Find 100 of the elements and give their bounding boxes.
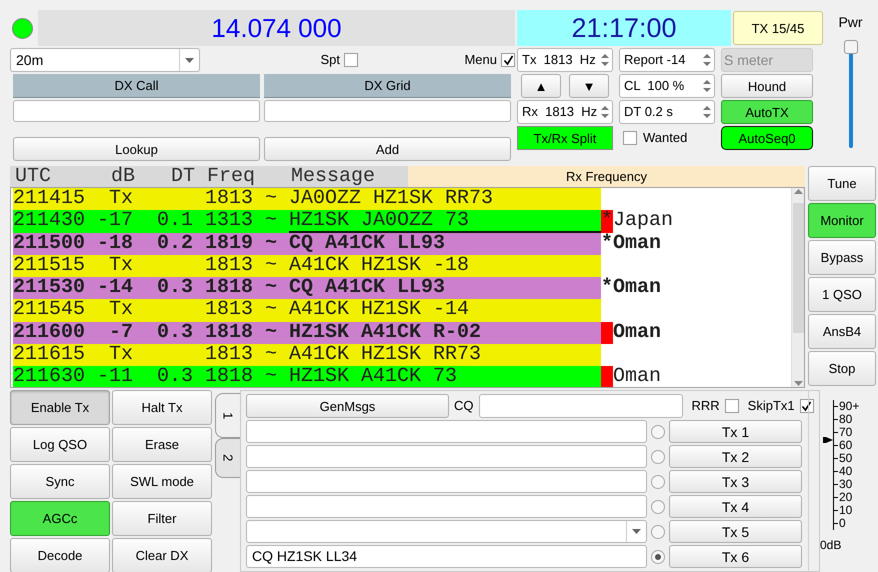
mode-symbol: ~ [264,254,277,278]
add-button[interactable]: Add [264,137,511,161]
caret-icon[interactable] [185,58,194,62]
side-button[interactable]: Stop [808,351,876,386]
decode-row[interactable]: 211515 Tx 1813 ~ A41CK HZ1SK -18 [13,254,601,278]
spin-arrows-icon[interactable] [601,105,609,119]
radio-button[interactable] [651,524,665,538]
snr-value: Tx [108,299,133,322]
scroll-thumb[interactable] [792,202,804,332]
control-button[interactable]: Decode [10,538,110,572]
input-field[interactable] [264,100,511,122]
spin-box[interactable]: Rx 1813 Hz [517,100,613,124]
decoded-message: CQ A41CK LL93 [289,277,446,300]
side-button[interactable]: 1 QSO [808,277,876,312]
tick-label: 0 [839,517,846,530]
control-button[interactable]: Log QSO [10,427,110,462]
snr-value: -7 [108,322,133,344]
decode-row[interactable]: 211615 Tx 1813 ~ A41CK HZ1SK RR73 [13,344,601,366]
message-field[interactable] [246,420,647,443]
status-marker: * [601,210,613,233]
utc-time: 211430 [13,210,85,233]
control-button[interactable]: Sync [10,464,110,499]
auto-tx-button[interactable]: AutoTX [721,100,813,124]
radio-button[interactable] [651,500,665,514]
up-button[interactable]: ▲ [521,74,561,98]
tx-button[interactable]: Tx 2 [669,445,802,468]
country-name: Oman [613,366,662,387]
snr-value: -14 [96,277,133,300]
control-button[interactable]: SWL mode [112,464,212,499]
tx-period-button[interactable]: TX 15/45 [733,11,823,45]
spin-box[interactable]: CL 100 % [619,74,715,98]
control-button[interactable]: AGCc [10,501,110,536]
down-button[interactable]: ▼ [569,74,609,98]
control-button[interactable]: Filter [112,501,212,536]
band-dropdown[interactable]: 20m [10,48,200,72]
split-button[interactable]: Tx/Rx Split [517,126,613,150]
scroll-down-icon[interactable] [794,381,802,387]
radio-button[interactable] [651,474,665,488]
message-field[interactable] [246,470,647,493]
auto-seq-button[interactable]: AutoSeq0 [721,126,813,150]
spin-arrows-icon[interactable] [601,53,609,67]
spin-box[interactable]: Tx 1813 Hz [517,48,613,72]
tx-button[interactable]: Tx 1 [669,420,802,443]
side-button[interactable]: AnsB4 [808,314,876,349]
country-name: Oman [613,232,662,255]
decode-row[interactable]: 211630 -11 0.3 1818 ~ HZ1SK A41CK 73 [13,366,601,387]
gen-msgs-button[interactable]: GenMsgs [246,394,449,418]
dt-value: 0.1 [156,210,193,233]
checkbox[interactable] [724,399,739,413]
tab[interactable]: 2 [215,438,240,478]
spin-box[interactable]: DT 0.2 s [619,100,715,124]
decode-row[interactable]: 211600 -7 0.3 1818 ~ HZ1SK A41CK R-02 [13,322,601,344]
audio-frequency: 1813 [204,254,253,278]
tick-label: 20 [839,491,852,504]
audio-frequency: 1813 [204,344,253,366]
tab[interactable]: 1 [215,393,240,438]
control-button[interactable]: Halt Tx [112,390,212,425]
mode-symbol: ~ [264,277,277,300]
decode-row[interactable]: 211415 Tx 1813 ~ JA0OZZ HZ1SK RR73 [13,188,601,210]
tick-label: 60 [839,439,852,452]
message-field[interactable] [246,495,647,518]
decode-row[interactable]: 211530 -14 0.3 1818 ~ CQ A41CK LL93 [13,277,601,300]
spin-arrows-icon[interactable] [703,53,711,67]
radio-button[interactable] [651,550,665,564]
checkbox[interactable] [344,53,358,67]
message-field[interactable] [246,445,647,468]
tx-button[interactable]: Tx 3 [669,470,802,493]
control-button[interactable]: Clear DX [112,538,212,572]
lookup-button[interactable]: Lookup [13,137,260,161]
hound-button[interactable]: Hound [721,74,813,98]
input-field[interactable] [13,100,260,122]
checkbox-label: RRR [692,397,720,416]
spin-box[interactable]: Report -14 [619,48,715,72]
message-field[interactable]: CQ HZ1SK LL34 [246,545,647,568]
control-button[interactable]: Erase [112,427,212,462]
slider-thumb[interactable] [844,40,858,54]
tx-button[interactable]: Tx 5 [669,520,802,543]
decoded-message: CQ A41CK LL93 [289,232,446,255]
side-button[interactable]: Tune [808,166,876,201]
checkbox[interactable] [501,53,515,67]
decode-row[interactable]: 211545 Tx 1813 ~ A41CK HZ1SK -14 [13,299,601,322]
checkbox-label: Spt [320,51,340,70]
decode-row[interactable]: 211430 -17 0.1 1313 ~ HZ1SK JA0OZZ 73 [13,210,601,233]
utc-time: 211415 [13,188,85,210]
spin-arrows-icon[interactable] [703,105,711,119]
checkbox[interactable] [623,131,637,145]
input-field[interactable] [478,394,682,418]
tick-label: 50 [839,452,852,465]
tx-button[interactable]: Tx 6 [669,545,802,568]
decode-row[interactable]: 211500 -18 0.2 1819 ~ CQ A41CK LL93 [13,232,601,255]
caret-icon[interactable] [632,529,641,534]
radio-button[interactable] [651,424,665,438]
radio-button[interactable] [651,450,665,464]
scrollbar[interactable] [791,188,804,387]
tx-button[interactable]: Tx 4 [669,495,802,518]
control-button[interactable]: Enable Tx [10,390,110,425]
side-button[interactable]: Monitor [808,203,876,238]
spin-arrows-icon[interactable] [703,79,711,93]
side-button[interactable]: Bypass [808,240,876,275]
checkbox[interactable] [800,399,814,413]
